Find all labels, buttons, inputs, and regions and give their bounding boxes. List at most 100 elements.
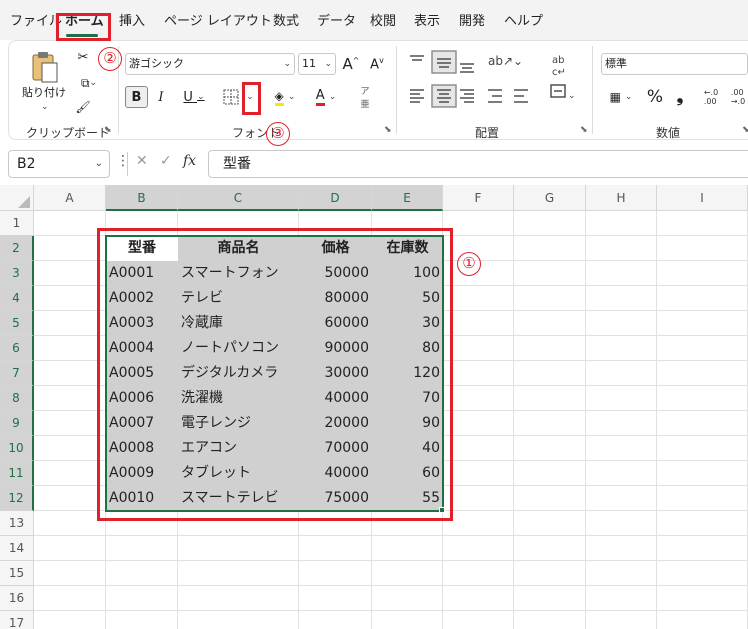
fill-bucket-icon: ◈ <box>274 89 284 106</box>
bold-label: B <box>131 89 142 105</box>
row-header-3[interactable]: 3 <box>0 261 34 286</box>
percent-style-button[interactable]: % <box>644 86 666 108</box>
column-header-a[interactable]: A <box>34 185 106 211</box>
number-format-value: 標準 <box>605 57 627 70</box>
annotation-box-borders-dropdown <box>242 82 261 115</box>
paste-button[interactable]: 貼り付け ⌄ <box>20 48 66 120</box>
font-name-value: 游ゴシック <box>129 57 184 70</box>
accounting-format-button[interactable]: ▦ ⌄ <box>605 86 637 108</box>
phonetic-guide-button[interactable]: ア亜 <box>355 86 375 110</box>
tab-view[interactable]: 表示 <box>414 12 440 32</box>
scissors-icon: ✂ <box>77 49 89 65</box>
column-header-i[interactable]: I <box>657 185 748 211</box>
chevron-down-icon: ⌄ <box>624 92 633 102</box>
font-name-combo[interactable]: 游ゴシック ⌄ <box>125 53 295 75</box>
font-color-button[interactable]: A ⌄ <box>308 86 344 108</box>
fill-color-button[interactable]: ◈ ⌄ <box>267 86 303 108</box>
paste-label: 貼り付け <box>22 86 66 99</box>
row-header-6[interactable]: 6 <box>0 336 34 361</box>
row-header-14[interactable]: 14 <box>0 536 34 561</box>
svg-text:c↵: c↵ <box>552 67 566 78</box>
decrease-font-size-button[interactable]: Av <box>367 53 387 75</box>
borders-button[interactable] <box>220 86 242 108</box>
italic-button[interactable]: I <box>151 86 171 108</box>
row-header-11[interactable]: 11 <box>0 461 34 486</box>
row-header-8[interactable]: 8 <box>0 386 34 411</box>
number-launcher-icon[interactable]: ⬊ <box>742 125 748 135</box>
column-header-f[interactable]: F <box>443 185 514 211</box>
tab-developer[interactable]: 開発 <box>459 12 485 32</box>
row-header-17[interactable]: 17 <box>0 611 34 629</box>
row-header-2[interactable]: 2 <box>0 236 34 261</box>
underline-button[interactable]: U ⌄ <box>176 86 212 108</box>
chevron-down-icon: ⌄ <box>94 158 103 169</box>
tab-file[interactable]: ファイル <box>10 12 62 32</box>
currency-icon: ▦ <box>609 90 621 104</box>
font-size-combo[interactable]: 11 ⌄ <box>298 53 336 75</box>
bold-button[interactable]: B <box>125 86 148 108</box>
copy-dropdown-icon: ⌄ <box>89 78 98 88</box>
column-header-h[interactable]: H <box>586 185 657 211</box>
row-header-13[interactable]: 13 <box>0 511 34 536</box>
increase-font-icon: A^ <box>342 55 360 73</box>
select-all-icon <box>18 196 30 208</box>
format-painter-icon: 🖌 <box>75 100 91 114</box>
gridline-vertical <box>513 211 514 629</box>
insert-function-button[interactable]: fx <box>183 153 196 169</box>
tab-help[interactable]: ヘルプ <box>504 12 543 32</box>
clipboard-launcher-icon[interactable]: ⬊ <box>104 125 112 135</box>
tab-page-layout[interactable]: ページ レイアウト <box>164 12 272 32</box>
enter-icon[interactable]: ✓ <box>160 153 172 169</box>
increase-decimal-button[interactable]: ←.0.00 <box>700 86 722 108</box>
group-divider <box>592 46 593 134</box>
chevron-down-icon: ⌄ <box>328 92 337 102</box>
cancel-icon[interactable]: ✕ <box>136 153 148 169</box>
gridline-horizontal <box>34 535 748 536</box>
annotation-marker-1: ① <box>457 252 481 276</box>
row-header-12[interactable]: 12 <box>0 486 34 511</box>
row-header-10[interactable]: 10 <box>0 436 34 461</box>
row-header-7[interactable]: 7 <box>0 361 34 386</box>
row-header-4[interactable]: 4 <box>0 286 34 311</box>
row-header-15[interactable]: 15 <box>0 561 34 586</box>
font-size-value: 11 <box>302 57 316 70</box>
decrease-decimal-button[interactable]: .00 →.0 <box>727 86 748 108</box>
gridline-horizontal <box>34 610 748 611</box>
row-header-5[interactable]: 5 <box>0 311 34 336</box>
cut-button[interactable]: ✂ <box>73 48 93 66</box>
font-launcher-icon[interactable]: ⬊ <box>384 125 392 135</box>
copy-button[interactable]: ⧉ ⌄ <box>73 74 105 92</box>
row-header-16[interactable]: 16 <box>0 586 34 611</box>
chevron-down-icon: ⌄ <box>283 59 291 69</box>
row-header-1[interactable]: 1 <box>0 211 34 236</box>
font-color-icon: A <box>315 88 325 106</box>
number-format-combo[interactable]: 標準 <box>601 53 748 75</box>
annotation-box-table-range <box>97 228 453 521</box>
alignment-buttons[interactable]: ab↗⌄ ab c↵ ⌄ <box>404 50 594 118</box>
alignment-launcher-icon[interactable]: ⬊ <box>580 125 588 135</box>
tab-insert[interactable]: 挿入 <box>119 12 145 32</box>
decrease-decimal-icon: .00 →.0 <box>730 88 746 106</box>
column-header-c[interactable]: C <box>178 185 299 211</box>
annotation-marker-2: ② <box>98 47 122 71</box>
svg-text:ab: ab <box>552 55 564 66</box>
format-painter-button[interactable]: 🖌 <box>73 98 93 116</box>
tab-data[interactable]: データ <box>317 12 356 32</box>
underline-label: U <box>183 89 193 105</box>
column-header-b[interactable]: B <box>106 185 178 211</box>
formula-input[interactable]: 型番 <box>208 150 748 178</box>
comma-style-button[interactable]: ❟ <box>673 86 687 108</box>
tab-review[interactable]: 校閲 <box>370 12 396 32</box>
tab-formulas[interactable]: 数式 <box>273 12 299 32</box>
name-box[interactable]: B2 ⌄ <box>8 150 110 178</box>
italic-label: I <box>158 89 164 105</box>
percent-icon: % <box>646 87 664 107</box>
column-header-d[interactable]: D <box>299 185 372 211</box>
increase-font-size-button[interactable]: A^ <box>341 53 361 75</box>
chevron-down-icon: ⌄ <box>324 59 332 69</box>
select-all-corner[interactable] <box>0 185 34 211</box>
row-header-9[interactable]: 9 <box>0 411 34 436</box>
column-header-e[interactable]: E <box>372 185 443 211</box>
column-header-g[interactable]: G <box>514 185 586 211</box>
paste-icon <box>32 52 58 83</box>
